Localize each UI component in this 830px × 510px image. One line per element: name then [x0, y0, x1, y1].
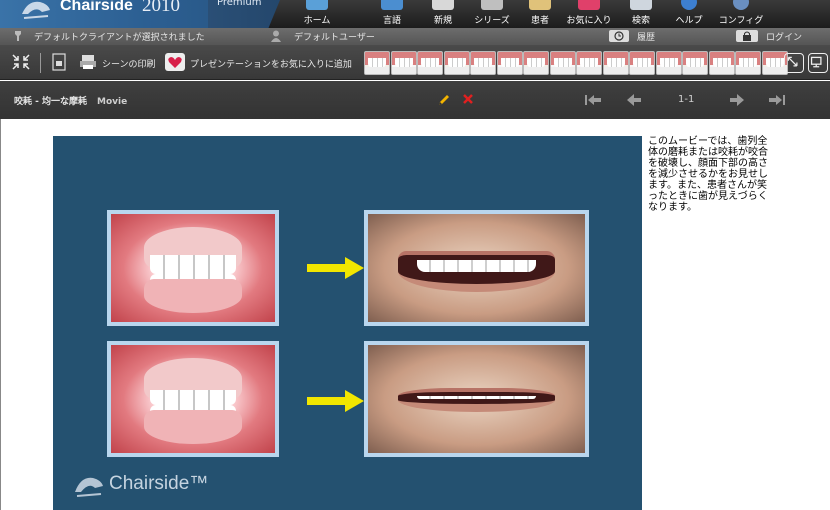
expand-button[interactable] — [784, 53, 804, 73]
login-label[interactable]: ログイン — [766, 30, 802, 43]
delete-icon[interactable] — [462, 93, 474, 105]
print-scene-button[interactable]: シーンの印刷 — [102, 57, 156, 70]
screen-icon — [810, 56, 822, 68]
chairside-watermark: Chairside™ — [71, 470, 208, 498]
presentation-button[interactable] — [808, 53, 828, 73]
pin-icon — [15, 31, 21, 41]
printer-icon[interactable] — [78, 53, 98, 71]
visible-teeth — [417, 259, 536, 273]
favorites-icon — [578, 0, 600, 10]
arrow-right-icon — [307, 390, 364, 412]
pencil-icon[interactable] — [437, 93, 451, 107]
scene-thumbnail[interactable] — [735, 51, 761, 75]
user-icon — [271, 30, 281, 42]
movie-title-bar: 咬耗 - 均一な摩耗 Movie 1-1 — [0, 81, 830, 119]
edition-badge: Premium — [208, 0, 280, 28]
nav-patient[interactable]: 患者 — [523, 0, 557, 28]
arrow-right-icon — [307, 257, 364, 279]
nav-favorites[interactable]: お気に入り — [563, 0, 615, 28]
scene-thumbnail[interactable] — [496, 51, 523, 75]
scene-thumbnail[interactable] — [655, 51, 682, 75]
scene-thumbnail[interactable] — [443, 51, 470, 75]
open-smile — [398, 250, 555, 292]
scene-thumbnail[interactable] — [602, 51, 629, 75]
upper-teeth — [150, 255, 236, 275]
scene-thumbnail[interactable] — [364, 51, 390, 75]
collapse-icon[interactable] — [11, 53, 31, 71]
chair-logo-icon — [75, 477, 103, 497]
reduced-smile — [398, 388, 555, 412]
scene-thumbnail[interactable] — [629, 51, 655, 75]
scene-thumbnail[interactable] — [523, 51, 549, 75]
face-smile-worn — [364, 341, 589, 457]
toolbar-divider — [40, 53, 41, 73]
movie-player[interactable]: Chairside™ — [53, 136, 642, 510]
last-page-icon[interactable] — [768, 93, 786, 107]
lock-icon — [743, 31, 751, 41]
status-bar: デフォルトクライアントが選択されました デフォルトユーザー 履歴 ログイン — [0, 28, 830, 45]
content-area: Chairside™ このムービーでは、歯列全体の磨耗または咬耗が咬合を破壊し、… — [0, 119, 830, 510]
upper-teeth — [150, 390, 236, 406]
current-user: デフォルトユーザー — [294, 33, 375, 43]
language-icon — [381, 0, 403, 10]
movie-description: このムービーでは、歯列全体の磨耗または咬耗が咬合を破壊し、顔面下部の高さを減少さ… — [648, 136, 768, 213]
login-button[interactable] — [736, 30, 758, 42]
scene-thumbnail[interactable] — [549, 51, 576, 75]
nav-new[interactable]: 新規 — [424, 0, 462, 28]
next-page-icon[interactable] — [728, 93, 746, 107]
page-indicator: 1-1 — [678, 94, 695, 105]
previous-page-icon[interactable] — [625, 93, 643, 107]
teeth-model-worn — [107, 341, 279, 457]
home-icon — [306, 0, 328, 10]
search-icon — [630, 0, 652, 10]
nav-series[interactable]: シリーズ — [470, 0, 514, 28]
scene-thumbnail[interactable] — [470, 51, 496, 75]
document-icon[interactable] — [49, 53, 69, 71]
top-bar: Chairside 2010 Premium ホーム 言語 新規 シリーズ 患者… — [0, 0, 830, 28]
app-year: 2010 — [142, 0, 180, 16]
scene-thumbnail[interactable] — [390, 51, 417, 75]
movie-type: Movie — [97, 97, 128, 107]
nav-language[interactable]: 言語 — [373, 0, 411, 28]
help-icon — [681, 0, 697, 10]
heart-icon[interactable] — [165, 53, 185, 71]
history-button[interactable] — [609, 30, 629, 42]
toolbar: シーンの印刷 プレゼンテーションをお気に入りに追加 — [0, 45, 830, 80]
expand-icon — [787, 56, 798, 67]
config-icon — [733, 0, 749, 10]
lower-gum — [143, 278, 243, 314]
chair-logo-icon — [22, 1, 50, 19]
scene-thumbnail[interactable] — [417, 51, 443, 75]
movie-title: 咬耗 - 均一な摩耗 Movie — [14, 97, 128, 107]
history-label[interactable]: 履歴 — [637, 30, 655, 43]
client-status: デフォルトクライアントが選択されました — [34, 33, 205, 43]
clock-icon — [614, 31, 624, 41]
app-name: Chairside — [60, 0, 133, 14]
series-icon — [481, 0, 503, 10]
lower-gum — [143, 409, 243, 445]
add-favorite-button[interactable]: プレゼンテーションをお気に入りに追加 — [190, 57, 352, 70]
scene-thumbnail[interactable] — [708, 51, 735, 75]
nav-search[interactable]: 検索 — [622, 0, 660, 28]
new-icon — [432, 0, 454, 10]
first-page-icon[interactable] — [584, 93, 602, 107]
nav-config[interactable]: コンフィグ — [718, 0, 764, 28]
nav-home[interactable]: ホーム — [296, 0, 338, 28]
visible-teeth — [417, 395, 536, 400]
patient-icon — [529, 0, 551, 10]
face-smile-before — [364, 210, 589, 326]
teeth-model-before — [107, 210, 279, 326]
scene-thumbnail[interactable] — [682, 51, 708, 75]
app-logo: Chairside 2010 — [0, 0, 208, 28]
nav-help[interactable]: ヘルプ — [670, 0, 708, 28]
scene-thumbnail[interactable] — [576, 51, 602, 75]
